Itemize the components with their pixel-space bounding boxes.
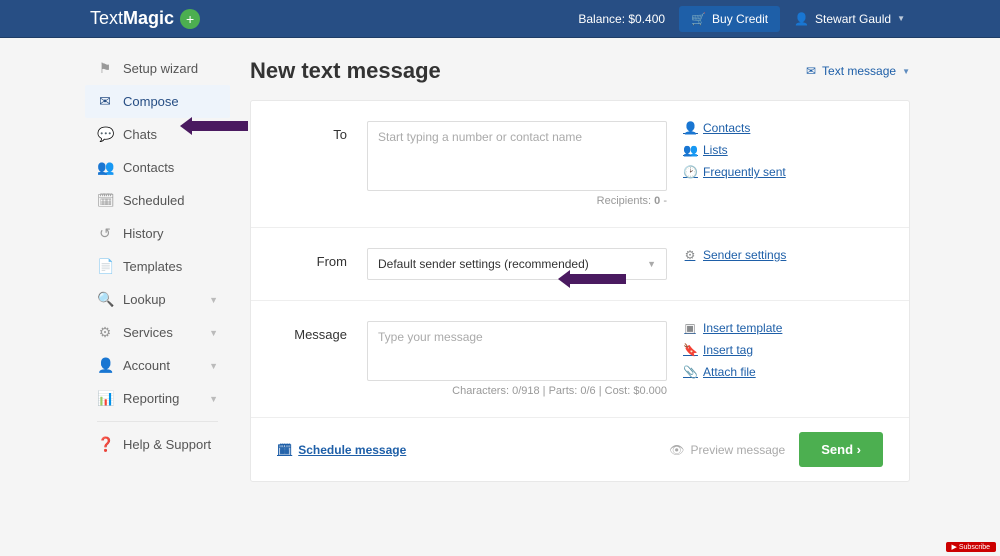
message-stats: Characters: 0/918 | Parts: 0/6 | Cost: $… xyxy=(367,385,667,397)
youtube-subscribe-badge[interactable]: ▶ Subscribe xyxy=(946,542,996,552)
from-section: From Default sender settings (recommende… xyxy=(251,228,909,301)
message-type-dropdown[interactable]: ✉ Text message ▼ xyxy=(806,64,910,78)
eye-icon: 👁 xyxy=(669,443,684,457)
sidebar-item-label: Account xyxy=(123,358,170,373)
message-label: Message xyxy=(277,321,347,397)
sidebar-item-label: Compose xyxy=(123,94,179,109)
sidebar-divider xyxy=(97,421,218,422)
main-content: New text message ✉ Text message ▼ To Sta… xyxy=(230,38,1000,502)
sidebar: ⚑Setup wizard ✉Compose 💬Chats 👥Contacts … xyxy=(85,38,230,502)
from-select[interactable]: Default sender settings (recommended) ▼ xyxy=(367,248,667,280)
sidebar-item-label: Services xyxy=(123,325,173,340)
from-value: Default sender settings (recommended) xyxy=(378,257,589,271)
chevron-down-icon: ▼ xyxy=(209,295,218,305)
logo-text: Text xyxy=(90,8,123,28)
sidebar-item-lookup[interactable]: 🔍 Lookup ▼ xyxy=(85,283,230,316)
people-icon: 👥 xyxy=(683,143,697,157)
sidebar-item-label: Templates xyxy=(123,259,182,274)
type-label: Text message xyxy=(822,64,896,78)
buy-credit-label: Buy Credit xyxy=(712,12,768,26)
gear-icon: ⚙ xyxy=(683,248,697,262)
lists-link[interactable]: 👥Lists xyxy=(683,143,833,157)
to-section: To Start typing a number or contact name… xyxy=(251,101,909,228)
chat-icon: 💬 xyxy=(97,126,113,143)
chevron-down-icon: ▼ xyxy=(209,328,218,338)
buy-credit-button[interactable]: 🛒 Buy Credit xyxy=(679,6,780,32)
plus-icon[interactable]: + xyxy=(180,9,200,29)
logo-bold: Magic xyxy=(123,8,174,28)
balance-label: Balance: $0.400 xyxy=(578,12,665,26)
sidebar-item-chats[interactable]: 💬 Chats xyxy=(85,118,230,151)
sidebar-item-history[interactable]: ↺ History xyxy=(85,217,230,250)
sidebar-item-label: Contacts xyxy=(123,160,174,175)
chevron-down-icon: ▼ xyxy=(902,67,910,76)
to-label: To xyxy=(277,121,347,207)
help-icon: ❓ xyxy=(97,436,113,453)
schedule-message-link[interactable]: 🗓Schedule message xyxy=(277,443,406,457)
from-label: From xyxy=(277,248,347,280)
to-input[interactable]: Start typing a number or contact name xyxy=(367,121,667,191)
cart-icon: 🛒 xyxy=(691,12,706,26)
document-icon: 📄 xyxy=(97,258,113,275)
flag-icon: ⚑ xyxy=(97,60,113,77)
user-icon: 👤 xyxy=(683,121,697,135)
sidebar-item-label: History xyxy=(123,226,163,241)
sidebar-item-compose[interactable]: ✉ Compose xyxy=(85,85,230,118)
top-header: TextMagic + Balance: $0.400 🛒 Buy Credit… xyxy=(0,0,1000,38)
preview-message-link[interactable]: 👁Preview message xyxy=(669,443,785,457)
search-icon: 🔍 xyxy=(97,291,113,308)
recipients-count: Recipients: 0 - xyxy=(367,195,667,207)
template-icon: ▣ xyxy=(683,321,697,335)
user-name: Stewart Gauld xyxy=(815,12,891,26)
to-side-links: 👤Contacts 👥Lists 🕑Frequently sent xyxy=(683,121,833,207)
chevron-down-icon: ▼ xyxy=(209,361,218,371)
sidebar-item-scheduled[interactable]: 🗓 Scheduled xyxy=(85,184,230,217)
page-title: New text message xyxy=(250,58,441,84)
sidebar-item-reporting[interactable]: 📊 Reporting ▼ xyxy=(85,382,230,415)
history-icon: ↺ xyxy=(97,225,113,242)
logo: TextMagic xyxy=(90,8,174,29)
sidebar-item-label: Chats xyxy=(123,127,157,142)
sidebar-item-help[interactable]: ❓ Help & Support xyxy=(85,428,230,461)
chart-icon: 📊 xyxy=(97,390,113,407)
frequently-sent-link[interactable]: 🕑Frequently sent xyxy=(683,165,833,179)
chevron-down-icon: ▼ xyxy=(209,394,218,404)
sender-settings-link[interactable]: ⚙Sender settings xyxy=(683,248,833,262)
sidebar-item-services[interactable]: ⚙ Services ▼ xyxy=(85,316,230,349)
sidebar-item-label: Scheduled xyxy=(123,193,184,208)
user-icon: 👤 xyxy=(794,12,809,26)
footer-row: 🗓Schedule message 👁Preview message Send … xyxy=(251,418,909,481)
sidebar-item-setup-wizard[interactable]: ⚑ Setup wizard xyxy=(85,52,230,85)
sidebar-item-account[interactable]: 👤 Account ▼ xyxy=(85,349,230,382)
send-button[interactable]: Send › xyxy=(799,432,883,467)
sidebar-item-label: Reporting xyxy=(123,391,179,406)
chevron-right-icon: › xyxy=(857,442,861,457)
header-right: Balance: $0.400 🛒 Buy Credit 👤 Stewart G… xyxy=(578,6,905,32)
user-menu[interactable]: 👤 Stewart Gauld ▼ xyxy=(794,12,905,26)
contacts-link[interactable]: 👤Contacts xyxy=(683,121,833,135)
gear-icon: ⚙ xyxy=(97,324,113,341)
sidebar-item-label: Setup wizard xyxy=(123,61,198,76)
sidebar-item-label: Help & Support xyxy=(123,437,211,452)
compose-icon: ✉ xyxy=(97,93,113,110)
chevron-down-icon: ▼ xyxy=(897,14,905,23)
bookmark-icon: 🔖 xyxy=(683,343,697,357)
calendar-icon: 🗓 xyxy=(277,443,292,457)
insert-template-link[interactable]: ▣Insert template xyxy=(683,321,833,335)
sidebar-item-templates[interactable]: 📄 Templates xyxy=(85,250,230,283)
calendar-icon: 🗓 xyxy=(97,192,113,209)
insert-tag-link[interactable]: 🔖Insert tag xyxy=(683,343,833,357)
user-icon: 👤 xyxy=(97,357,113,374)
sidebar-item-label: Lookup xyxy=(123,292,166,307)
chevron-down-icon: ▼ xyxy=(647,259,656,269)
message-input[interactable]: Type your message xyxy=(367,321,667,381)
people-icon: 👥 xyxy=(97,159,113,176)
attach-file-link[interactable]: 📎Attach file xyxy=(683,365,833,379)
paperclip-icon: 📎 xyxy=(683,365,697,379)
envelope-icon: ✉ xyxy=(806,64,816,78)
sidebar-item-contacts[interactable]: 👥 Contacts xyxy=(85,151,230,184)
message-section: Message Type your message Characters: 0/… xyxy=(251,301,909,418)
compose-panel: To Start typing a number or contact name… xyxy=(250,100,910,482)
clock-icon: 🕑 xyxy=(683,165,697,179)
